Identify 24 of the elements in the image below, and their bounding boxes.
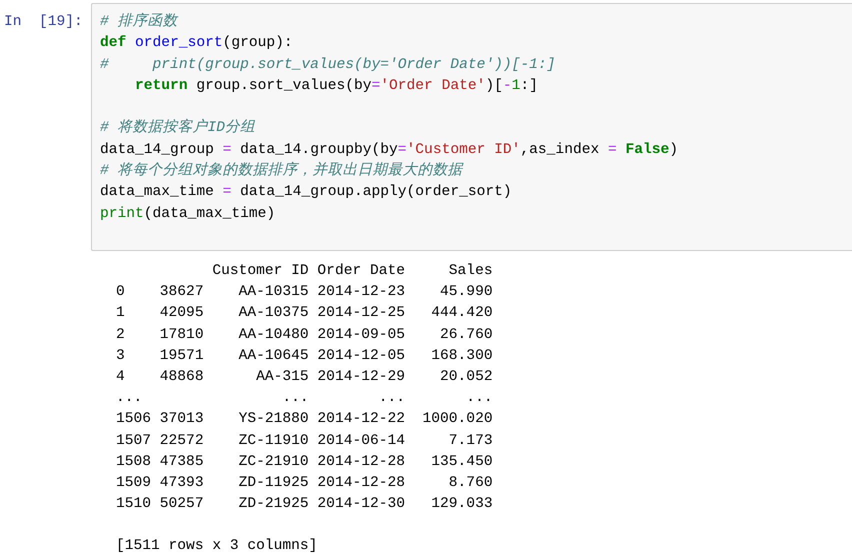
- output-line: ... ... ... ...: [116, 389, 493, 408]
- output-line: 4 48868 AA-315 2014-12-29 20.052: [116, 368, 493, 387]
- output-line: 0 38627 AA-10315 2014-12-23 45.990: [116, 283, 493, 302]
- output-line: 2 17810 AA-10480 2014-09-05 26.760: [116, 326, 493, 345]
- code-line: data_14_group = data_14.groupby(by='Customer ID',as_index = False): [100, 140, 678, 160]
- code-line: return group.sort_values(by='Order Date')[-1:]: [134, 76, 538, 96]
- output-line: 1507 22572 ZC-11910 2014-06-14 7.173: [116, 432, 493, 450]
- output-line: Customer ID Order Date Sales: [211, 262, 493, 281]
- code-line: # 将数据按客户ID分组: [100, 118, 256, 138]
- code-line: # 排序函数: [100, 12, 178, 32]
- code-line: data_max_time = data_14_group.apply(order_sort): [100, 183, 512, 202]
- code-line: print(data_max_time): [100, 204, 276, 224]
- code-editor[interactable]: [91, 3, 852, 251]
- output-line: 1506 37013 YS-21880 2014-12-22 1000.020: [116, 410, 493, 430]
- output-line: 1508 47385 ZC-21910 2014-12-28 135.450: [116, 452, 493, 472]
- code-line: def order_sort(group):: [100, 34, 293, 54]
- input-prompt: In [19]:: [3, 13, 84, 32]
- code-line: # print(group.sort_values(by='Order Date'))[-1:]: [100, 56, 556, 75]
- output-line: 3 19571 AA-10645 2014-12-05 168.300: [116, 346, 493, 366]
- code-line: # 将每个分组对象的数据排序，并取出日期最大的数据: [100, 161, 463, 182]
- output-line: [1511 rows x 3 columns]: [116, 537, 318, 556]
- output-line: 1 42095 AA-10375 2014-12-25 444.420: [116, 304, 493, 324]
- output-line: 1510 50257 ZD-21925 2014-12-30 129.033: [116, 495, 493, 514]
- output-line: 1509 47393 ZD-11925 2014-12-28 8.760: [116, 474, 493, 493]
